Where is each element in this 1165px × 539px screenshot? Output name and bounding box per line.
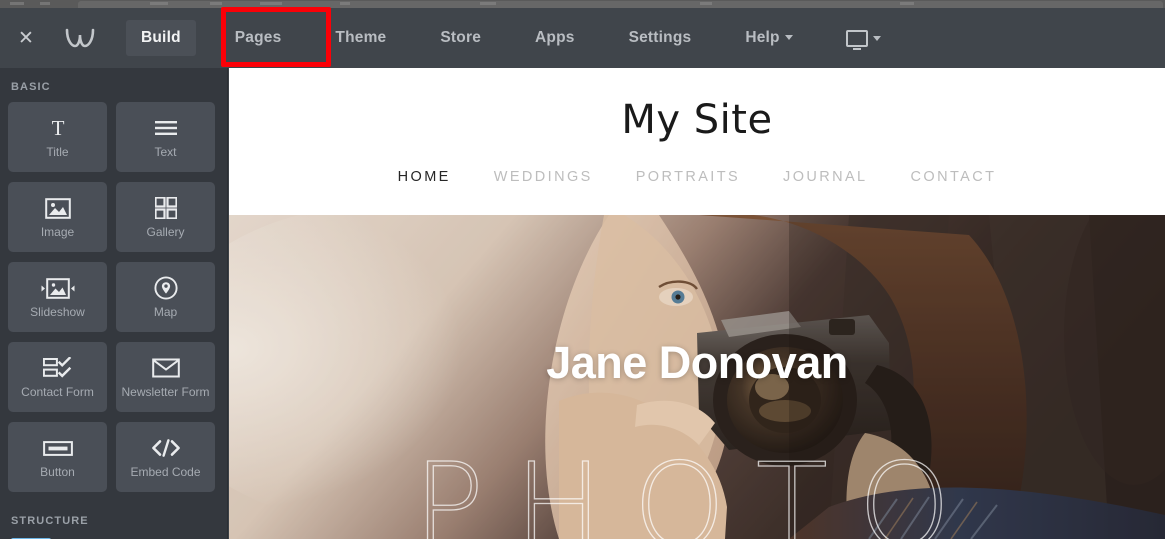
element-tile-newsletter-form-label: Newsletter Form (121, 385, 210, 399)
browser-tab-hint (40, 2, 50, 5)
svg-text:T: T (51, 117, 64, 139)
chevron-down-icon (784, 35, 793, 41)
site-nav-weddings[interactable]: WEDDINGS (494, 169, 593, 185)
code-icon (151, 435, 181, 461)
tab-build-label: Build (141, 29, 181, 46)
site-navigation: HOME WEDDINGS PORTRAITS JOURNAL CONTACT (229, 169, 1165, 185)
contact-form-icon (42, 355, 73, 381)
slideshow-icon (41, 275, 75, 301)
browser-url-text-hint (900, 2, 914, 5)
tab-settings-label: Settings (628, 29, 692, 46)
text-lines-icon (154, 115, 178, 141)
element-tile-title-label: Title (46, 145, 69, 159)
tab-store[interactable]: Store (425, 20, 496, 56)
site-nav-journal[interactable]: JOURNAL (783, 169, 867, 185)
envelope-icon (151, 355, 180, 381)
tab-store-label: Store (440, 29, 482, 46)
title-icon: T (47, 115, 69, 141)
device-view-switcher[interactable] (836, 22, 891, 55)
browser-chrome-strip (0, 0, 1165, 8)
element-tile-contact-form-label: Contact Form (21, 385, 94, 399)
browser-url-text-hint (700, 2, 712, 5)
chevron-down-icon (872, 35, 881, 41)
tab-settings[interactable]: Settings (614, 20, 707, 56)
weebly-editor-window: ✕ Build Pages Theme Store Apps Settings … (0, 0, 1165, 539)
section-label-basic: BASIC (11, 81, 51, 93)
site-nav-portraits[interactable]: PORTRAITS (636, 169, 740, 185)
tab-apps[interactable]: Apps (520, 20, 590, 56)
browser-tab-hint (10, 2, 24, 5)
element-tile-slideshow-label: Slideshow (30, 305, 85, 319)
button-icon (42, 435, 73, 461)
tab-theme-label: Theme (335, 29, 387, 46)
tab-help[interactable]: Help (730, 20, 807, 56)
element-tile-embed-code[interactable]: Embed Code (116, 422, 215, 492)
hero-banner[interactable]: Jane Donovan PHOTO (229, 215, 1165, 539)
browser-address-bar[interactable] (78, 1, 1163, 8)
site-preview-canvas[interactable]: My Site HOME WEDDINGS PORTRAITS JOURNAL … (229, 68, 1165, 539)
element-tile-text[interactable]: Text (116, 102, 215, 172)
element-tile-image[interactable]: Image (8, 182, 107, 252)
element-tile-map[interactable]: Map (116, 262, 215, 332)
hero-headline[interactable]: Jane Donovan (546, 337, 848, 389)
browser-url-text-hint (150, 2, 168, 5)
browser-url-text-hint (480, 2, 496, 5)
site-nav-home[interactable]: HOME (398, 169, 451, 185)
tab-help-label: Help (745, 29, 780, 46)
element-tile-map-label: Map (153, 305, 178, 319)
image-icon (44, 195, 71, 221)
site-header: My Site HOME WEDDINGS PORTRAITS JOURNAL … (229, 68, 1165, 215)
editor-nav: Build Pages Theme Store Apps Settings He… (111, 8, 891, 68)
element-tile-slideshow[interactable]: Slideshow (8, 262, 107, 332)
desktop-monitor-icon (845, 29, 868, 50)
elements-sidebar[interactable]: BASIC T Title Text Image Gallery Slidesh… (0, 68, 228, 539)
map-pin-icon (153, 275, 178, 301)
element-tile-contact-form[interactable]: Contact Form (8, 342, 107, 412)
element-tile-text-label: Text (154, 145, 177, 159)
site-title[interactable]: My Site (229, 68, 1165, 143)
element-tile-gallery[interactable]: Gallery (116, 182, 215, 252)
browser-url-text-hint (260, 2, 282, 5)
element-tile-newsletter-form[interactable]: Newsletter Form (116, 342, 215, 412)
close-icon[interactable]: ✕ (3, 8, 49, 68)
basic-elements-grid: T Title Text Image Gallery Slideshow Map… (0, 102, 227, 502)
browser-url-text-hint (340, 2, 350, 5)
browser-url-text-hint (210, 2, 222, 5)
element-tile-image-label: Image (40, 225, 75, 239)
site-nav-contact[interactable]: CONTACT (911, 169, 997, 185)
element-tile-title[interactable]: T Title (8, 102, 107, 172)
element-tile-button[interactable]: Button (8, 422, 107, 492)
tab-pages[interactable]: Pages (220, 20, 297, 56)
section-label-structure: STRUCTURE (11, 515, 89, 527)
weebly-logo-icon[interactable] (49, 8, 111, 68)
gallery-grid-icon (154, 195, 177, 221)
tab-build[interactable]: Build (126, 20, 196, 56)
tab-apps-label: Apps (535, 29, 575, 46)
editor-top-bar: ✕ Build Pages Theme Store Apps Settings … (0, 8, 1165, 68)
tab-theme[interactable]: Theme (320, 20, 401, 56)
element-tile-gallery-label: Gallery (146, 225, 185, 239)
tab-pages-label: Pages (234, 29, 282, 46)
element-tile-button-label: Button (40, 465, 75, 479)
element-tile-embed-code-label: Embed Code (130, 465, 201, 479)
